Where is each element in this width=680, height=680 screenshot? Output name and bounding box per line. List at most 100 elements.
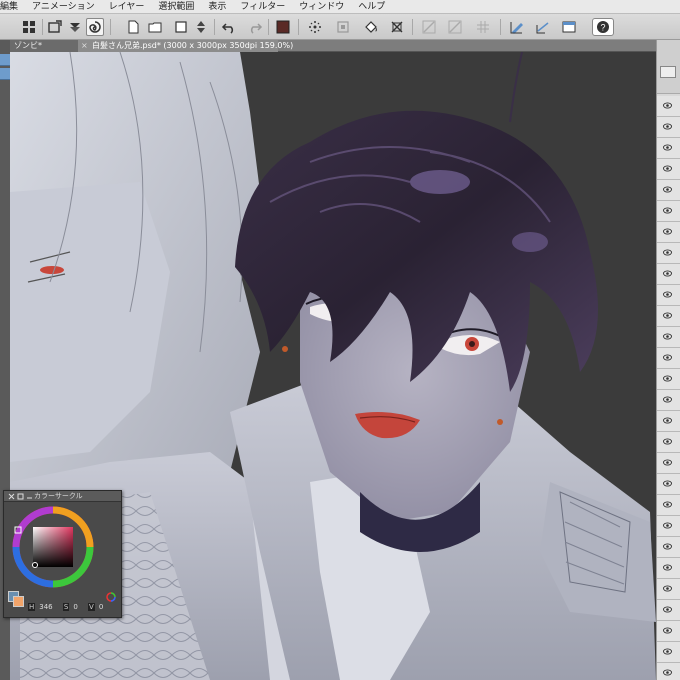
eye-icon[interactable] [663,186,672,193]
eye-icon[interactable] [663,564,672,571]
layer-row[interactable] [657,600,680,621]
eye-icon[interactable] [663,165,672,172]
layer-row[interactable] [657,411,680,432]
eye-icon[interactable] [663,606,672,613]
undo-icon[interactable] [220,18,238,36]
tab-zombie[interactable]: × ゾンビ* [0,40,78,52]
menu-view[interactable]: 表示 [201,0,233,14]
eye-icon[interactable] [663,249,672,256]
value-value[interactable]: 0 [99,603,103,611]
grid-toggle-icon[interactable] [474,18,492,36]
eye-icon[interactable] [663,501,672,508]
eye-icon[interactable] [663,102,672,109]
saturation-value[interactable]: 0 [73,603,77,611]
eye-icon[interactable] [663,480,672,487]
eye-icon[interactable] [663,123,672,130]
sparkle-icon[interactable] [306,18,324,36]
layer-row[interactable] [657,264,680,285]
close-icon[interactable] [8,493,15,500]
eye-icon[interactable] [663,543,672,550]
eye-icon[interactable] [663,669,672,676]
new-canvas-icon[interactable] [172,18,190,36]
tool-button[interactable] [0,68,10,80]
eye-icon[interactable] [663,396,672,403]
snap-icon[interactable] [534,18,552,36]
layer-row[interactable] [657,579,680,600]
layer-row[interactable] [657,117,680,138]
eye-icon[interactable] [663,333,672,340]
layer-row[interactable] [657,306,680,327]
eye-icon[interactable] [663,228,672,235]
menu-animation[interactable]: アニメーション [25,0,102,14]
menu-selection[interactable]: 選択範囲 [151,0,201,14]
swirl-icon[interactable] [86,18,104,36]
stepper-icon[interactable] [192,18,210,36]
eye-icon[interactable] [663,459,672,466]
eye-icon[interactable] [663,522,672,529]
eye-icon[interactable] [663,375,672,382]
crop-icon[interactable] [388,18,406,36]
menu-filter[interactable]: フィルター [233,0,292,14]
file-icon[interactable] [124,18,142,36]
layer-row[interactable] [657,96,680,117]
eye-icon[interactable] [663,648,672,655]
layer-row[interactable] [657,369,680,390]
layer-row[interactable] [657,453,680,474]
layer-row[interactable] [657,621,680,642]
eye-icon[interactable] [663,291,672,298]
open-folder-icon[interactable] [146,18,164,36]
menu-help[interactable]: ヘルプ [351,0,392,14]
layer-row[interactable] [657,663,680,680]
transform-icon[interactable] [334,18,352,36]
layer-row[interactable] [657,558,680,579]
import-icon[interactable] [46,18,64,36]
layer-transfer-icon[interactable] [66,18,84,36]
layer-row[interactable] [657,474,680,495]
eye-icon[interactable] [663,585,672,592]
layer-row[interactable] [657,201,680,222]
sub-color-swatch[interactable] [13,596,24,607]
eye-icon[interactable] [663,438,672,445]
eye-icon[interactable] [663,354,672,361]
layer-menu-icon[interactable] [660,66,676,78]
color-wheel[interactable] [11,505,95,589]
menu-layer[interactable]: レイヤー [102,0,152,14]
color-swatch-icon[interactable] [274,18,292,36]
layer-row[interactable] [657,432,680,453]
close-icon[interactable]: × [81,40,88,52]
menu-edit[interactable]: 編集 [0,0,25,14]
layer-row[interactable] [657,642,680,663]
hue-value[interactable]: 346 [39,603,52,611]
eye-icon[interactable] [663,144,672,151]
eye-icon[interactable] [663,207,672,214]
grid-icon[interactable] [20,18,38,36]
layer-row[interactable] [657,516,680,537]
eye-icon[interactable] [663,417,672,424]
guide-icon[interactable] [446,18,464,36]
layer-row[interactable] [657,327,680,348]
help-icon[interactable]: ? [592,18,614,36]
layer-row[interactable] [657,180,680,201]
pen-icon[interactable] [508,18,526,36]
redo-icon[interactable] [246,18,264,36]
minimize-icon[interactable] [26,493,33,500]
color-mode-icon[interactable] [106,592,116,602]
window-icon[interactable] [560,18,578,36]
layer-row[interactable] [657,222,680,243]
eye-icon[interactable] [663,312,672,319]
layer-row[interactable] [657,495,680,516]
layer-row[interactable] [657,243,680,264]
menu-window[interactable]: ウィンドウ [292,0,351,14]
eye-icon[interactable] [663,270,672,277]
tab-active-document[interactable]: × 白髪さん兄弟.psd* (3000 x 3000px 350dpi 159.… [78,40,293,52]
settings-icon[interactable] [17,493,24,500]
ruler-icon[interactable] [420,18,438,36]
layer-row[interactable] [657,348,680,369]
fill-icon[interactable] [362,18,380,36]
layer-row[interactable] [657,285,680,306]
eye-icon[interactable] [663,627,672,634]
layer-row[interactable] [657,138,680,159]
layer-row[interactable] [657,390,680,411]
layer-row[interactable] [657,537,680,558]
layer-row[interactable] [657,159,680,180]
